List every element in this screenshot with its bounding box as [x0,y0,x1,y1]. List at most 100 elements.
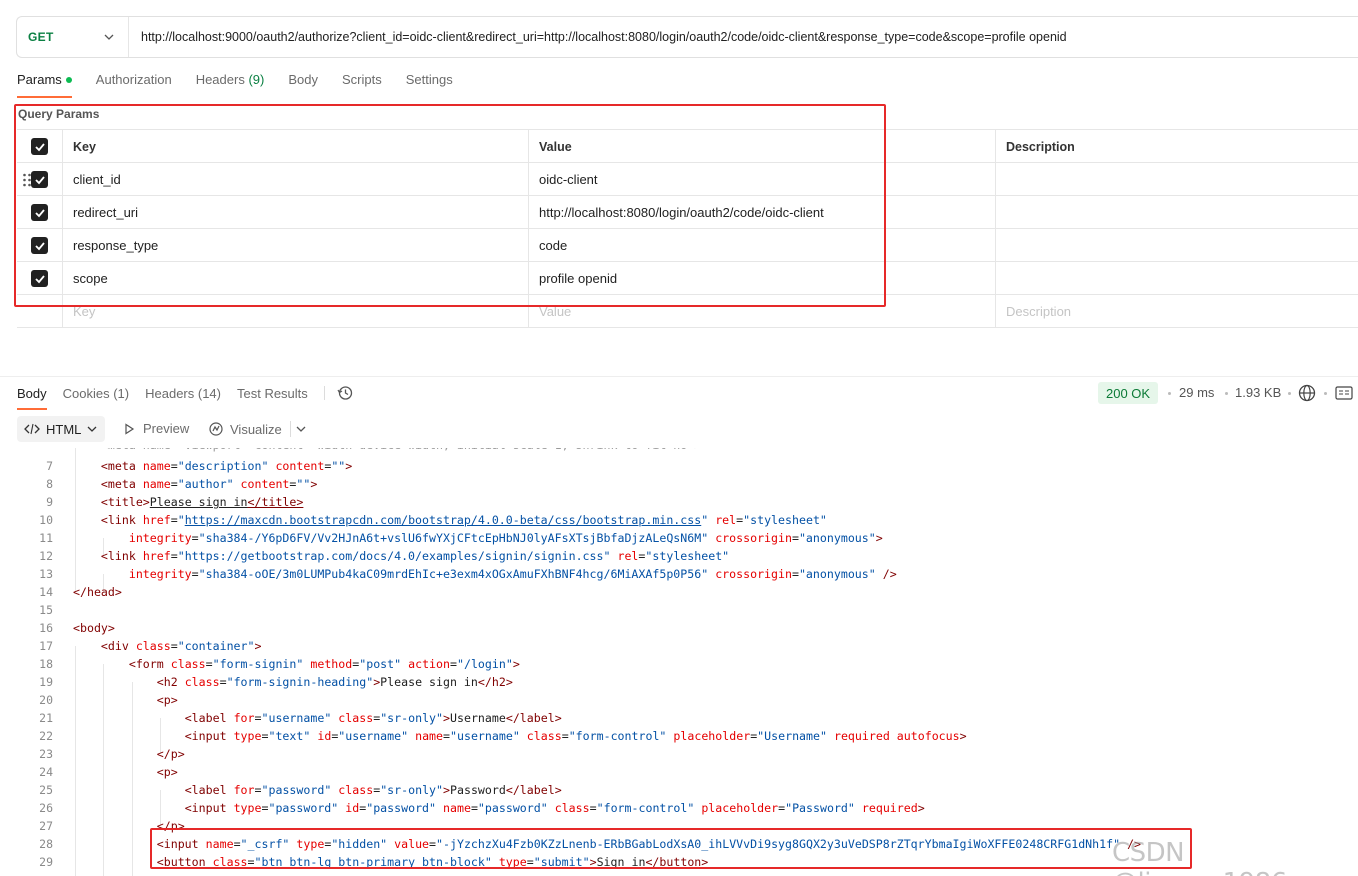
code-line: 23 </p> [0,745,1358,763]
code-text: <title>Please sign in</title> [100,495,304,509]
divider [290,421,291,437]
response-tab-test-results[interactable]: Test Results [237,386,308,401]
line-number: 15 [39,603,53,617]
code-line: 12 <link href="https://getbootstrap.com/… [0,547,1358,565]
preview-button[interactable]: Preview [123,421,189,436]
visualize-button[interactable]: Visualize [208,421,282,437]
play-icon [125,422,135,435]
line-number: 28 [39,837,53,851]
code-line: 17 <div class="container"> [0,637,1358,655]
visualize-dropdown-icon[interactable] [296,424,306,434]
code-text: <input type="text" id="username" name="u… [184,729,967,743]
line-number: 29 [39,855,53,869]
response-tab-headers[interactable]: Headers (14) [145,386,221,401]
line-number: 8 [46,477,53,491]
code-text: <meta name="author" content=""> [100,477,318,491]
method-select[interactable]: GET [17,17,129,57]
response-tab-body[interactable]: Body [17,386,47,410]
params-active-dot [65,76,72,83]
code-line: 9 <title>Please sign in</title> [0,493,1358,511]
code-text: <meta name="description" content=""> [100,459,353,473]
tab-headers[interactable]: Headers (9) [196,72,265,90]
code-line: 7 <meta name="description" content=""> [0,457,1358,475]
code-line: 19 <h2 class="form-signin-heading">Pleas… [0,673,1358,691]
tab-body[interactable]: Body [288,72,318,90]
code-text: <p> [156,693,178,707]
line-number: 21 [39,711,53,725]
request-tabs: Params Authorization Headers (9) Body Sc… [17,72,477,98]
line-number: 14 [39,585,53,599]
line-number: 13 [39,567,53,581]
code-line: 22 <input type="text" id="username" name… [0,727,1358,745]
new-description-input[interactable]: Description [995,295,1358,328]
line-number: 24 [39,765,53,779]
chevron-down-icon [87,426,97,432]
method-label: GET [28,30,54,44]
code-text: integrity="sha384-oOE/3m0LUMPub4kaC09mrd… [128,567,897,581]
code-line: 13 integrity="sha384-oOE/3m0LUMPub4kaC09… [0,565,1358,583]
line-number: 7 [46,459,53,473]
tab-authorization[interactable]: Authorization [96,72,172,90]
code-text: <link href="https://getbootstrap.com/doc… [100,549,730,563]
save-response-icon[interactable] [1335,386,1353,400]
response-code-viewer[interactable]: <meta name="viewport" content="width=dev… [0,448,1358,876]
code-line-partial: <meta name="viewport" content="width=dev… [0,448,1358,454]
param-description[interactable] [995,196,1358,229]
code-line: 10 <link href="https://maxcdn.bootstrapc… [0,511,1358,529]
line-number: 26 [39,801,53,815]
code-line: 16 <body> [0,619,1358,637]
status-badge[interactable]: 200 OK [1098,382,1159,404]
line-number: 25 [39,783,53,797]
code-text: <h2 class="form-signin-heading">Please s… [156,675,513,689]
history-icon[interactable] [337,385,353,401]
line-number: 23 [39,747,53,761]
globe-icon[interactable] [1298,384,1316,402]
code-text: <label for="password" class="sr-only">Pa… [184,783,562,797]
param-description[interactable] [995,163,1358,196]
code-text: </head> [73,585,122,599]
tab-params[interactable]: Params [17,72,72,98]
meta-separator [1324,392,1327,395]
code-line: 8 <meta name="author" content=""> [0,475,1358,493]
line-number: 11 [39,531,53,545]
line-number: 16 [39,621,53,635]
tab-params-label: Params [17,72,62,87]
code-line: 21 <label for="username" class="sr-only"… [0,709,1358,727]
preview-label: Preview [143,421,190,436]
url-bar: GET http://localhost:9000/oauth2/authori… [16,16,1358,58]
param-description[interactable] [995,262,1358,295]
tab-headers-count: (9) [248,72,265,87]
code-line: 24 <p> [0,763,1358,781]
meta-separator [1288,392,1291,395]
response-tabs: Body Cookies (1) Headers (14) Test Resul… [17,385,353,410]
response-tab-cookies[interactable]: Cookies (1) [63,386,129,401]
code-line: 18 <form class="form-signin" method="pos… [0,655,1358,673]
code-line: 26 <input type="password" id="password" … [0,799,1358,817]
line-number: 12 [39,549,53,563]
code-line: 15 [0,601,1358,619]
divider [323,386,325,400]
tab-scripts[interactable]: Scripts [342,72,382,90]
code-text: <p> [156,765,178,779]
url-input[interactable]: http://localhost:9000/oauth2/authorize?c… [129,30,1067,44]
code-icon [24,423,40,435]
column-header-description: Description [995,130,1358,163]
visualize-icon [209,422,223,436]
code-text: <form class="form-signin" method="post" … [128,657,520,671]
response-size[interactable]: 1.93 KB [1235,385,1281,400]
code-text: </p> [156,747,185,761]
format-select[interactable]: HTML [17,416,105,442]
response-time[interactable]: 29 ms [1179,385,1214,400]
code-line: 20 <p> [0,691,1358,709]
line-number: 18 [39,657,53,671]
code-text: <body> [73,621,115,635]
meta-separator [1168,392,1171,395]
param-description[interactable] [995,229,1358,262]
watermark: CSDN @linmoo1986 [1112,838,1287,876]
line-number: 20 [39,693,53,707]
line-number: 10 [39,513,53,527]
code-text: integrity="sha384-/Y6pD6FV/Vv2HJnA6t+vsl… [128,531,883,545]
tab-headers-label: Headers [195,72,245,87]
tab-settings[interactable]: Settings [406,72,453,90]
code-line: 11 integrity="sha384-/Y6pD6FV/Vv2HJnA6t+… [0,529,1358,547]
